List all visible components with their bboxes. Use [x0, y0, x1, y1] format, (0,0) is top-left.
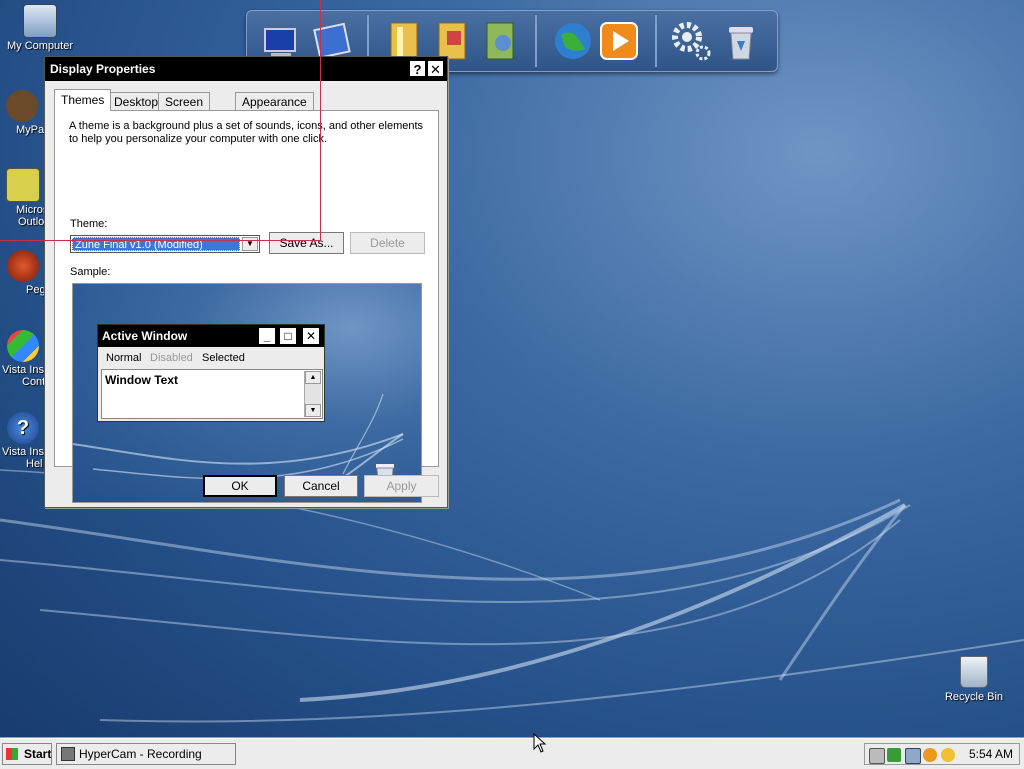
- display-properties-dialog: Display Properties ? ✕ Themes Desktop Sc…: [44, 56, 448, 508]
- sample-active-window: Active Window _ □ ✕ Normal Disabled Sele…: [97, 324, 325, 422]
- scroll-down-icon: ▼: [305, 404, 321, 417]
- themes-panel: A theme is a background plus a set of so…: [54, 110, 439, 503]
- desktop-icon-my-computer[interactable]: My Computer: [0, 4, 80, 52]
- sample-scrollbar: ▲ ▼: [304, 371, 321, 417]
- tab-desktop[interactable]: Desktop: [107, 92, 166, 110]
- sample-menu-disabled: Disabled: [150, 352, 193, 364]
- windows-logo-icon: [6, 748, 18, 760]
- theme-description: A theme is a background plus a set of so…: [69, 120, 424, 145]
- desktop-icon-label: Peg: [26, 284, 46, 296]
- mouse-cursor-icon: [533, 733, 547, 753]
- network-tray-icon[interactable]: [905, 748, 921, 764]
- dialog-titlebar[interactable]: Display Properties ? ✕: [45, 57, 447, 81]
- desktop-icon-vista-help[interactable]: ? Vista Ins Hel: [0, 412, 46, 470]
- internet-icon[interactable]: [551, 19, 595, 63]
- sample-window-text-area: Window Text ▲ ▼: [101, 369, 323, 419]
- taskbar-item-hypercam[interactable]: HyperCam - Recording: [56, 743, 236, 765]
- theme-label: Theme:: [70, 218, 108, 230]
- cancel-button[interactable]: Cancel: [284, 475, 358, 497]
- theme-sample-preview: Active Window _ □ ✕ Normal Disabled Sele…: [72, 283, 422, 503]
- system-tray: 5:54 AM: [864, 743, 1020, 765]
- taskbar: Start HyperCam - Recording 5:54 AM: [0, 738, 1024, 769]
- messenger-icon[interactable]: [941, 748, 955, 762]
- media-player-icon[interactable]: [597, 19, 641, 63]
- trash-icon[interactable]: [719, 19, 763, 63]
- desktop-icon-peg[interactable]: Peg: [0, 250, 46, 296]
- desktop-icon-label: Vista Ins: [2, 364, 44, 376]
- settings-icon[interactable]: [669, 19, 713, 63]
- chevron-down-icon[interactable]: ▼: [242, 237, 258, 251]
- sample-menu-normal: Normal: [106, 352, 142, 364]
- search-icon[interactable]: [923, 748, 937, 762]
- close-icon: ✕: [302, 327, 320, 345]
- scroll-up-icon: ▲: [305, 371, 321, 384]
- theme-dropdown[interactable]: Zune Final v1.0 (Modified) ▼: [70, 235, 260, 253]
- sample-label: Sample:: [70, 266, 111, 278]
- theme-dropdown-value: Zune Final v1.0 (Modified): [72, 237, 240, 251]
- tab-themes[interactable]: Themes: [54, 89, 112, 111]
- desktop-icon-mypa[interactable]: MyPa: [0, 90, 44, 136]
- close-button[interactable]: ✕: [427, 60, 444, 77]
- desktop-icon-label: Recycle Bin: [944, 691, 1004, 703]
- tab-screen-saver[interactable]: Screen Saver: [158, 92, 211, 127]
- start-label: Start: [24, 747, 52, 761]
- peg-icon: [7, 250, 39, 282]
- apply-button[interactable]: Apply: [364, 475, 439, 497]
- sample-window-text: Window Text: [105, 373, 178, 387]
- desktop-icon-label: Micros: [16, 204, 49, 216]
- windows-logo-icon: [7, 330, 39, 362]
- help-button[interactable]: ?: [409, 60, 426, 77]
- sample-window-titlebar: Active Window _ □ ✕: [98, 325, 324, 347]
- outlook-icon: [6, 168, 40, 202]
- desktop-icon-recycle-bin[interactable]: Recycle Bin: [934, 656, 1014, 703]
- pet-icon: [6, 90, 38, 122]
- clock[interactable]: 5:54 AM: [969, 747, 1013, 761]
- minimize-icon: _: [258, 327, 276, 345]
- security-shield-icon[interactable]: [887, 748, 901, 762]
- hypercam-icon: [61, 747, 75, 761]
- computer-icon: [23, 4, 57, 38]
- desktop-icon-label: Vista Ins: [2, 446, 44, 458]
- save-as-button[interactable]: Save As...: [269, 232, 344, 254]
- maximize-icon: □: [279, 327, 297, 345]
- help-icon: ?: [7, 412, 39, 444]
- recycle-bin-icon: [960, 656, 988, 688]
- keyboard-icon[interactable]: [869, 748, 885, 764]
- tab-appearance[interactable]: Appearance: [235, 92, 314, 110]
- ok-button[interactable]: OK: [203, 475, 277, 497]
- sample-menu-selected: Selected: [202, 352, 245, 364]
- dock-separator: [535, 15, 537, 67]
- desktop-icon-label: Outlo: [18, 216, 45, 228]
- dialog-title: Display Properties: [50, 62, 156, 76]
- taskbar-item-label: HyperCam - Recording: [79, 747, 202, 761]
- desktop-icon-label: Hel: [26, 458, 43, 470]
- desktop-icon-label: My Computer: [6, 40, 74, 52]
- sample-window-title: Active Window: [102, 329, 188, 343]
- desktop-icon-label: MyPa: [16, 124, 45, 136]
- delete-button[interactable]: Delete: [350, 232, 425, 254]
- start-button[interactable]: Start: [2, 743, 52, 765]
- desktop-icon-outlook[interactable]: Micros Outlo: [0, 168, 49, 228]
- desktop-icon-label: Cont: [22, 376, 46, 388]
- music-icon[interactable]: [481, 19, 525, 63]
- dock-separator: [655, 15, 657, 67]
- desktop-icon-vista-control[interactable]: Vista Ins Cont: [0, 330, 46, 388]
